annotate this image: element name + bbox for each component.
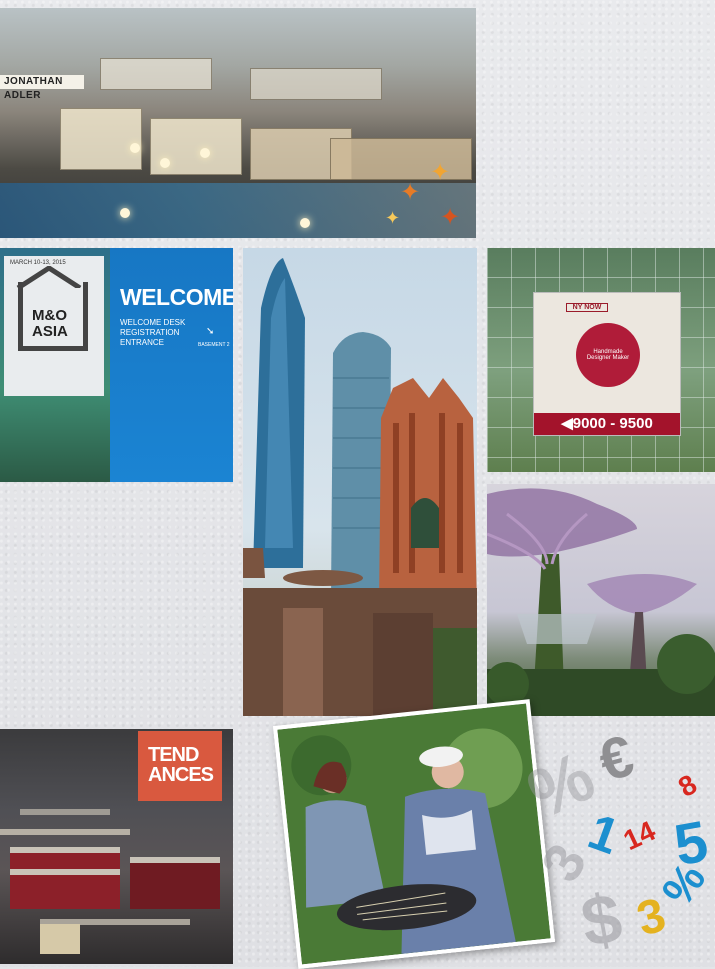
tendances-banner: TEND ANCES	[138, 731, 222, 801]
ny-now-logo: NY NOW	[566, 303, 608, 312]
supertrees-illustration	[487, 488, 715, 716]
basement-label: BASEMENT 2	[198, 342, 230, 348]
lamp	[130, 143, 140, 153]
welcome-subtext: WELCOME DESK REGISTRATION ENTRANCE	[120, 318, 195, 348]
banner-text: TEND ANCES	[148, 744, 214, 786]
display-stand	[130, 859, 220, 909]
circle-line-2: Designer Maker	[586, 355, 630, 361]
booth-range: ◀9000 - 9500	[534, 413, 680, 435]
mo-asia-logo: M&O ASIA	[32, 308, 68, 340]
mo-asia-poster: MARCH 10-13, 2015 M&O ASIA	[4, 256, 104, 396]
star-lantern: ✦	[440, 204, 461, 231]
lace-makers-photo	[272, 699, 556, 969]
welcome-panel: WELCOME WELCOME DESK REGISTRATION ENTRAN…	[110, 248, 233, 482]
shelf	[0, 829, 130, 835]
lamp	[300, 218, 310, 228]
shelf	[10, 869, 120, 875]
lamp	[160, 158, 170, 168]
arrow-icon: ➘	[206, 326, 215, 337]
shelf	[20, 809, 110, 815]
lamp	[120, 208, 130, 218]
designer-maker-circle: Handmade Designer Maker	[576, 323, 640, 387]
sub-line-3: ENTRANCE	[120, 338, 165, 347]
shelf	[130, 857, 220, 863]
banner-line-1: TEND	[148, 744, 199, 766]
hanging-banner: NY NOW Handmade Designer Maker ◀9000 - 9…	[533, 292, 681, 436]
star-lantern: ✦	[430, 159, 451, 186]
supertrees-photo	[487, 484, 715, 716]
banner-line-2: ANCES	[148, 764, 214, 786]
booth	[250, 68, 382, 100]
booth-sign: JONATHAN ADLER	[0, 75, 84, 101]
display-stand	[10, 849, 120, 909]
booth	[60, 108, 142, 170]
towers-illustration	[243, 258, 477, 716]
welcome-headline: WELCOME	[120, 284, 233, 310]
booth	[100, 58, 212, 90]
booth	[330, 138, 472, 180]
shelf	[10, 847, 120, 853]
garden-background: MARCH 10-13, 2015 M&O ASIA	[0, 248, 110, 482]
sub-line-2: REGISTRATION	[120, 328, 180, 337]
skyscrapers-photo	[243, 248, 477, 716]
display-stand	[40, 924, 80, 954]
star-lantern: ✦	[400, 179, 421, 206]
ny-now-banner-photo: NY NOW Handmade Designer Maker ◀9000 - 9…	[487, 248, 715, 472]
lace-makers-illustration	[277, 703, 551, 965]
tendances-store-photo: TEND ANCES	[0, 729, 233, 964]
booth-range-text: 9000 - 9500	[572, 415, 653, 432]
sub-line-1: WELCOME DESK	[120, 318, 186, 327]
logo-line-1: M&O	[32, 307, 67, 324]
star-lantern: ✦	[385, 208, 401, 228]
lamp	[200, 148, 210, 158]
logo-line-2: ASIA	[32, 323, 68, 340]
mo-asia-welcome-photo: MARCH 10-13, 2015 M&O ASIA WELCOME WELCO…	[0, 248, 233, 482]
trade-fair-hall-photo: JONATHAN ADLER ✦ ✦ ✦ ✦	[0, 8, 476, 238]
